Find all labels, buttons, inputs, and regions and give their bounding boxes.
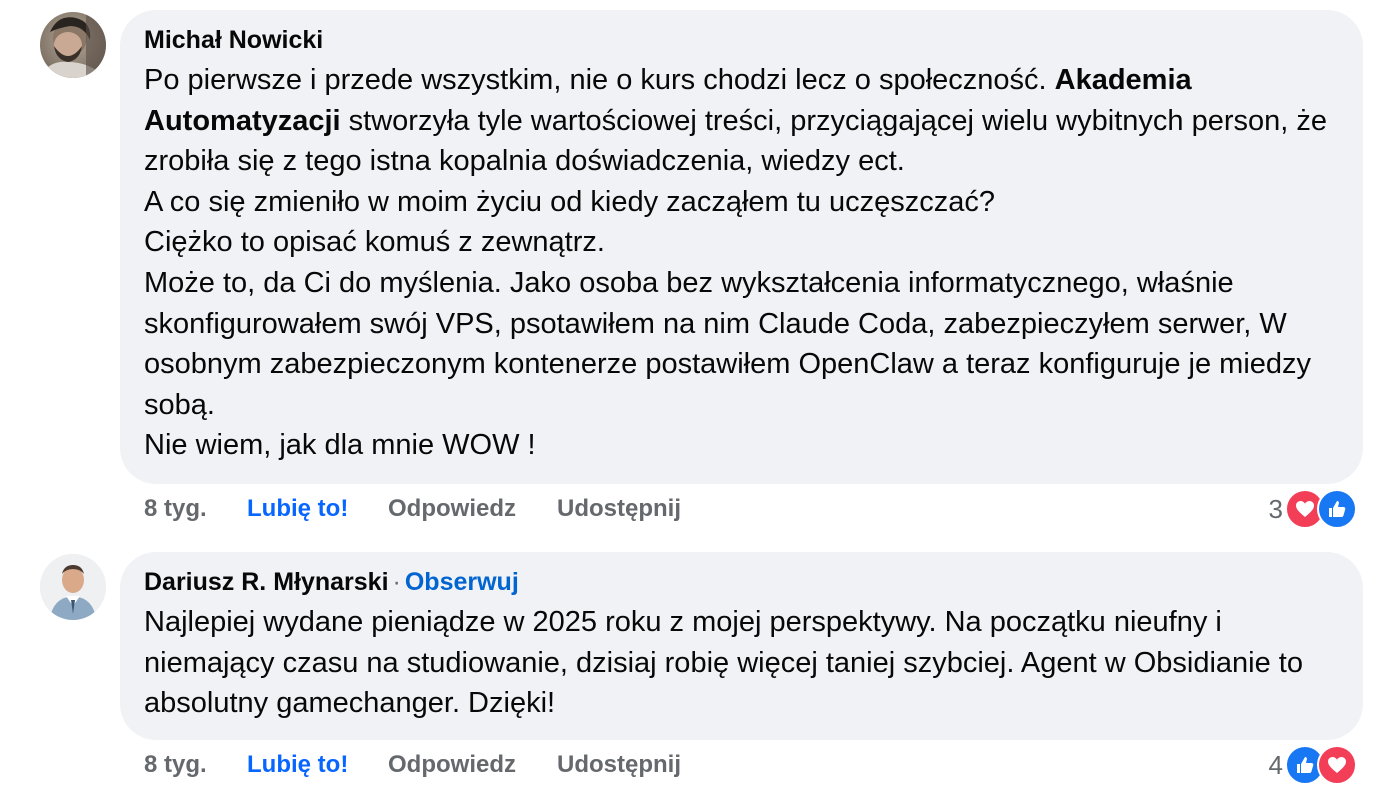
comment-paragraph: A co się zmieniło w moim życiu od kiedy … — [144, 185, 995, 218]
reactions-summary[interactable]: 4 — [1269, 745, 1357, 785]
reply-button[interactable]: Odpowiedz — [388, 495, 557, 523]
separator-dot: · — [392, 568, 401, 596]
avatar[interactable] — [40, 554, 106, 620]
share-button[interactable]: Udostępnij — [557, 495, 681, 523]
author-name[interactable]: Dariusz R. Młynarski — [144, 568, 389, 596]
comment-paragraph: Ciężko to opisać komuś z zewnątrz. — [144, 226, 605, 259]
avatar[interactable] — [40, 12, 106, 78]
comment-actions: 8 tyg. Lubię to! Odpowiedz Udostępnij — [144, 745, 681, 785]
comment-timestamp[interactable]: 8 tyg. — [144, 495, 247, 523]
author-line: Michał Nowicki — [144, 24, 1339, 60]
share-button[interactable]: Udostępnij — [557, 751, 681, 779]
like-button[interactable]: Lubię to! — [247, 751, 388, 779]
heart-icon — [1317, 745, 1357, 785]
profile-photo-icon — [40, 554, 106, 620]
comment-bubble: Dariusz R. Młynarski · Obserwuj Najlepiej … — [120, 552, 1363, 740]
comment-timestamp[interactable]: 8 tyg. — [144, 751, 247, 779]
author-name[interactable]: Michał Nowicki — [144, 26, 323, 54]
author-line: Dariusz R. Młynarski · Obserwuj — [144, 566, 1339, 602]
comment-paragraph: Może to, da Ci do myślenia. Jako osoba b… — [144, 266, 1312, 421]
reactions-summary[interactable]: 3 — [1269, 489, 1357, 529]
comment-text: Najlepiej wydane pieniądze w 2025 roku z… — [144, 602, 1339, 724]
comment-paragraph: Najlepiej wydane pieniądze w 2025 roku z… — [144, 606, 1303, 720]
follow-button[interactable]: Obserwuj — [405, 568, 519, 596]
comment-text-segment: Po pierwsze i przede wszystkim, nie o ku… — [144, 64, 1055, 96]
like-button[interactable]: Lubię to! — [247, 495, 388, 523]
reaction-count: 3 — [1268, 493, 1283, 524]
comment-text: Po pierwsze i przede wszystkim, nie o ku… — [144, 60, 1339, 466]
comment-actions: 8 tyg. Lubię to! Odpowiedz Udostępnij — [144, 489, 681, 529]
thumbs-up-icon — [1317, 489, 1357, 529]
comment-paragraph: Nie wiem, jak dla mnie WOW ! — [144, 429, 536, 462]
reaction-count: 4 — [1268, 749, 1283, 780]
profile-photo-icon — [40, 12, 106, 78]
comment-paragraph: Po pierwsze i przede wszystkim, nie o ku… — [144, 60, 1339, 182]
reply-button[interactable]: Odpowiedz — [388, 751, 557, 779]
comment-bubble: Michał Nowicki Po pierwsze i przede wszy… — [120, 10, 1363, 484]
